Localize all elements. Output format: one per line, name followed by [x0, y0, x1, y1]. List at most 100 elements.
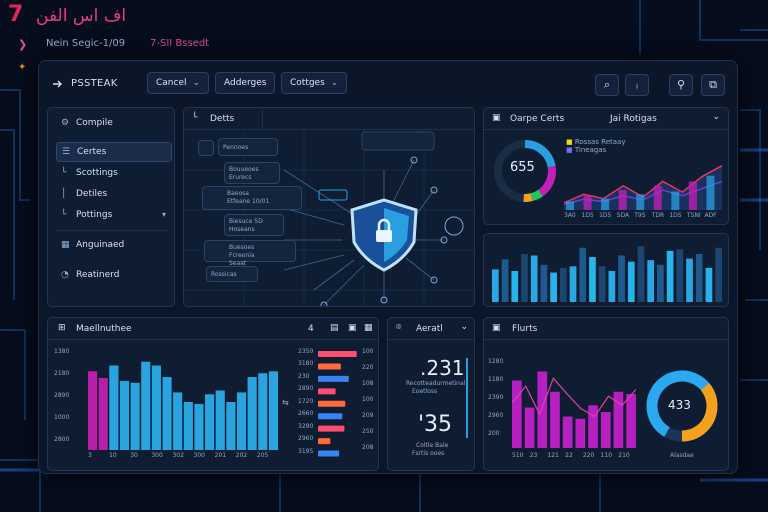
- node-box[interactable]: Buesoes Fcreonia Seaat: [204, 240, 296, 267]
- bar: [194, 403, 204, 450]
- sidebar-item-certes[interactable]: ☰ Certes: [56, 142, 172, 162]
- bar: [98, 378, 108, 450]
- node-box[interactable]: Rossicas: [206, 266, 258, 282]
- legend-item: ■ Tineagas: [566, 146, 607, 154]
- tick-label: T9S: [634, 212, 646, 219]
- tick-label: 100: [362, 348, 374, 355]
- brand-number: 7: [8, 2, 24, 27]
- purple-bars-panel: ▣ Flurts 1280 1180 2390 2960 200 510 23 121 22 2…: [483, 317, 729, 471]
- tick-label: 10: [109, 452, 117, 459]
- node-label: Rossicas: [211, 271, 237, 278]
- expand-icon[interactable]: ⇆: [282, 398, 289, 407]
- node-box[interactable]: Baeosa Etfeane 10/01: [202, 186, 302, 210]
- subtitle-right: 7-SII Bssedt: [150, 38, 210, 49]
- chevron-down-icon: ⌄: [330, 78, 339, 88]
- panel-title: Detts: [210, 114, 235, 124]
- bar: [598, 266, 606, 302]
- tick-label: ADF: [704, 212, 717, 219]
- dashboard-window: PSSTEAK Cancel ⌄ Adderges Cottges ⌄ ⌕ ᛧ ⚲ …: [38, 60, 738, 474]
- sidebar-item-detiles[interactable]: │ Detiles: [56, 185, 172, 205]
- dropdown-adderges[interactable]: Adderges: [215, 72, 276, 94]
- divider: [262, 108, 263, 130]
- chevron-right-icon: ❯: [18, 38, 28, 51]
- scrollbar[interactable]: [466, 358, 468, 438]
- hbar: [318, 363, 341, 370]
- chevron-down-icon[interactable]: ⌄: [712, 112, 720, 122]
- bar: [530, 255, 538, 302]
- bar-chart: [512, 371, 636, 448]
- tick-label: 208: [362, 444, 374, 451]
- bar: [618, 255, 625, 302]
- bar: [589, 257, 596, 302]
- bar: [130, 382, 140, 450]
- bar: [226, 402, 236, 450]
- node-box[interactable]: Biesuce 5D Hoseans: [224, 214, 284, 236]
- grid-icon[interactable]: ▦: [364, 323, 373, 333]
- bar: [579, 247, 587, 302]
- node-label: Biesuce 5D: [229, 218, 263, 225]
- bar: [588, 405, 598, 448]
- export-button[interactable]: ⧉: [701, 74, 725, 96]
- bar: [109, 365, 119, 450]
- tick-label: 1280: [488, 358, 504, 365]
- search-button[interactable]: ⌕: [595, 74, 619, 96]
- tick-label: 2960: [488, 412, 504, 419]
- hbar: [318, 450, 340, 457]
- panel-title: Maellnuthee: [76, 324, 132, 334]
- tick-label: 3: [88, 452, 92, 459]
- subtitle-left: Nein Segic-1/09: [46, 38, 126, 49]
- sidebar-item-reatinerd[interactable]: ◔ Reatinerd: [56, 266, 172, 286]
- pin-button[interactable]: ⚲: [669, 74, 693, 96]
- shield-icon: [350, 198, 418, 272]
- bar: [695, 253, 703, 302]
- bar: [705, 267, 713, 302]
- bar: [601, 198, 610, 210]
- bar-panel-top: [483, 233, 729, 307]
- bar: [492, 269, 499, 302]
- tick-label: 2390: [488, 394, 504, 401]
- sidebar-item-label: Reatinerd: [76, 270, 120, 280]
- chevron-down-icon: ⌄: [192, 78, 201, 88]
- bar: [162, 377, 172, 450]
- tick-label: 2180: [54, 370, 70, 377]
- distribution-panel: ⊞ Maellnuthee 4 ▤ ▣ ▦ 1380 2180 2890 1000 28…: [47, 317, 379, 471]
- bar: [666, 250, 674, 302]
- donut-caption: Alasdaa: [670, 452, 694, 459]
- donut-value: 433: [668, 398, 691, 412]
- tick-label: 3180: [298, 360, 314, 368]
- dropdown-label: Cancel: [156, 78, 187, 88]
- sidebar: ⚙ Compile ☰ Certes └ Scottings │ Detiles └ Po…: [47, 107, 175, 307]
- bar-chart: [88, 361, 278, 450]
- window-icon[interactable]: ▣: [348, 323, 357, 333]
- sidebar-item-compile[interactable]: ⚙ Compile: [56, 114, 172, 134]
- tick-label: SDA: [616, 212, 630, 219]
- grid-icon: ▦: [61, 240, 70, 250]
- x-axis-ticks: 3 10 30 300 302 300 201 202 205: [88, 452, 278, 462]
- chevron-down-icon[interactable]: ⌄: [460, 322, 468, 332]
- bar: [575, 418, 586, 448]
- donut-line-panel: ▣ Oarpe Certs Jai Rotigas ⌄ 655 ■ Rossas…: [483, 107, 729, 225]
- tick-label: 205: [256, 452, 269, 459]
- dropdown-cancel[interactable]: Cancel ⌄: [147, 72, 210, 94]
- gear-icon: ⚙: [61, 118, 70, 128]
- filter-button[interactable]: ᛧ: [625, 74, 649, 96]
- camera-icon: ⌾: [396, 323, 402, 333]
- node-icon[interactable]: [198, 140, 214, 156]
- tick-label: 250: [362, 428, 374, 435]
- tick-label: 300: [151, 452, 163, 459]
- bar: [550, 272, 557, 302]
- tick-label: 1D5: [599, 212, 612, 219]
- node-box[interactable]: Pennoes: [218, 138, 278, 156]
- top-banner: 7 اف اس الفن ❯ Nein Segic-1/09 7-SII Bss…: [0, 0, 768, 73]
- bar: [653, 185, 662, 210]
- bar: [676, 249, 684, 302]
- sidebar-item-pottings[interactable]: └ Pottings ▾: [56, 206, 172, 226]
- sidebar-item-anguinaed[interactable]: ▦ Anguinaed: [56, 236, 172, 256]
- dropdown-label: Cottges: [290, 78, 325, 88]
- table-icon[interactable]: ▤: [330, 323, 339, 333]
- node-box[interactable]: Bouueoes Erurecs: [224, 162, 280, 184]
- dropdown-cottges[interactable]: Cottges ⌄: [281, 72, 348, 94]
- app-name: PSSTEAK: [71, 78, 118, 89]
- sidebar-item-scottings[interactable]: └ Scottings: [56, 164, 172, 184]
- x-axis-ticks: 510 23 121 22 220 110 210: [512, 452, 636, 462]
